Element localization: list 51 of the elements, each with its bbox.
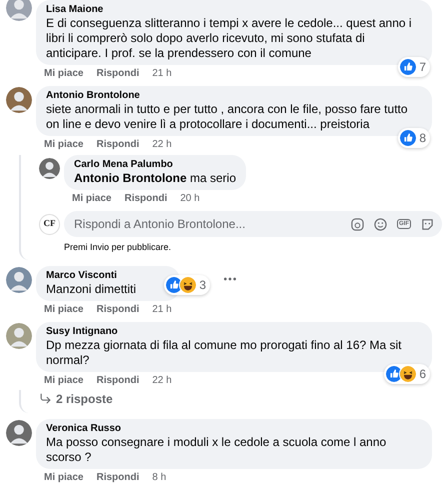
laughing-face-icon bbox=[179, 276, 198, 294]
reply-link[interactable]: Rispondi bbox=[96, 138, 140, 151]
reaction-count[interactable]: 8 bbox=[398, 128, 430, 148]
author-name[interactable]: Susy Intignano bbox=[46, 326, 118, 338]
reaction-number: 8 bbox=[419, 130, 426, 147]
author-name[interactable]: Veronica Russo bbox=[46, 422, 122, 434]
like-link[interactable]: Mi piace bbox=[44, 302, 84, 316]
comment-text: Ma posso consegnare i moduli x le cedole a scuola come l anno scorso ? bbox=[46, 434, 388, 464]
author-name[interactable]: Antonio Brontolone bbox=[46, 90, 140, 102]
reply-link[interactable]: Rispondi bbox=[96, 302, 140, 316]
like-icon bbox=[399, 129, 418, 147]
avatar[interactable] bbox=[39, 158, 60, 179]
comment-text: Manzoni dimettiti bbox=[46, 282, 138, 296]
like-icon bbox=[399, 58, 418, 76]
avatar[interactable] bbox=[6, 266, 32, 292]
hint-text: Premi Invio per pubblicare. bbox=[64, 241, 172, 254]
reaction-count[interactable]: 3 bbox=[164, 274, 210, 294]
timestamp[interactable]: 20 h bbox=[180, 192, 200, 205]
reply-link[interactable]: Rispondi bbox=[124, 192, 168, 205]
timestamp[interactable]: 8 h bbox=[152, 470, 166, 484]
avatar-initials: CF bbox=[44, 217, 56, 230]
avatar[interactable] bbox=[6, 420, 32, 446]
author-name[interactable]: Carlo Mena Palumbo bbox=[74, 159, 173, 171]
timestamp[interactable]: 22 h bbox=[152, 138, 172, 151]
like-link[interactable]: Mi piace bbox=[44, 470, 84, 484]
like-link[interactable]: Mi piace bbox=[72, 192, 112, 205]
avatar[interactable]: CF bbox=[39, 214, 60, 234]
timestamp[interactable]: 22 h bbox=[152, 374, 172, 386]
reaction-number: 6 bbox=[419, 366, 426, 382]
avatar[interactable] bbox=[6, 87, 32, 113]
timestamp[interactable]: 21 h bbox=[152, 302, 172, 316]
sticker-icon[interactable] bbox=[421, 218, 434, 230]
reply-link[interactable]: Rispondi bbox=[96, 374, 140, 386]
reaction-number: 7 bbox=[419, 59, 426, 76]
laughing-face-icon bbox=[399, 364, 418, 382]
like-link[interactable]: Mi piace bbox=[44, 138, 84, 151]
author-name[interactable]: Marco Visconti bbox=[46, 270, 117, 282]
timestamp[interactable]: 21 h bbox=[152, 67, 172, 80]
reply-link[interactable]: Rispondi bbox=[96, 470, 140, 484]
like-link[interactable]: Mi piace bbox=[44, 374, 84, 386]
avatar[interactable] bbox=[6, 322, 32, 348]
like-link[interactable]: Mi piace bbox=[44, 67, 84, 80]
reply-arrow-icon bbox=[39, 392, 52, 405]
comment-text: Antonio Brontolone ma serio bbox=[74, 171, 236, 186]
reply-link[interactable]: Rispondi bbox=[96, 67, 140, 80]
reaction-count[interactable]: 6 bbox=[384, 364, 430, 384]
view-replies-link[interactable]: 2 risposte bbox=[39, 390, 113, 408]
reaction-count[interactable]: 7 bbox=[398, 57, 430, 77]
reaction-number: 3 bbox=[199, 276, 206, 294]
emoji-icon[interactable] bbox=[374, 218, 387, 230]
author-name[interactable]: Lisa Maione bbox=[46, 4, 104, 16]
